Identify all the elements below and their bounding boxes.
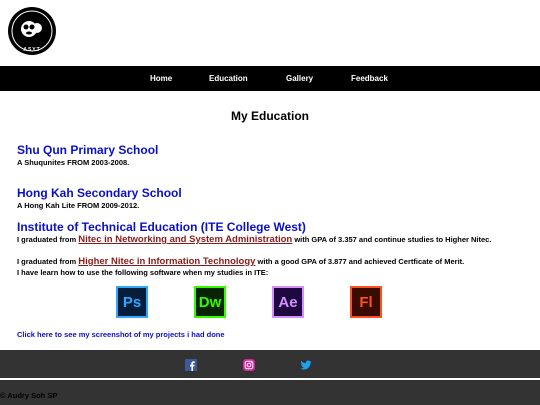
ite-line-1: I graduated from Nitec in Networking and… — [17, 234, 532, 245]
school-desc-primary: A Shuqunites FROM 2003-2008. — [17, 158, 130, 167]
school-desc-secondary: A Hong Kah Lite FROM 2009-2012. — [17, 201, 140, 210]
page-title: My Education — [230, 109, 309, 123]
school-heading-ite: Institute of Technical Education (ITE Co… — [17, 220, 306, 234]
higher-nitec-link[interactable]: Higher Nitec in Information Technology — [78, 256, 255, 267]
ite-line-1-pre: I graduated from — [17, 235, 79, 244]
ite-line-3: I have learn how to use the following so… — [17, 268, 269, 277]
footer — [0, 350, 540, 378]
ite-line-2-pre: I graduated from — [17, 257, 79, 266]
logo-text: ASYT — [23, 47, 40, 53]
flash-icon: Fl — [350, 286, 382, 318]
copyright-text: © Audry Soh SP — [0, 391, 58, 400]
after-effects-icon: Ae — [272, 286, 304, 318]
school-heading-secondary: Hong Kah Secondary School — [17, 186, 182, 200]
ite-line-2-post: with a good GPA of 3.877 and achieved Ce… — [255, 257, 465, 266]
nav-item-home[interactable]: Home — [150, 66, 172, 91]
ite-line-1-post: with GPA of 3.357 and continue studies t… — [292, 235, 492, 244]
nav-item-education[interactable]: Education — [209, 66, 248, 91]
dreamweaver-icon: Dw — [194, 286, 226, 318]
instagram-icon[interactable] — [243, 359, 255, 371]
logo[interactable]: ASYT — [7, 6, 57, 56]
facebook-icon[interactable] — [185, 359, 197, 371]
school-heading-primary: Shu Qun Primary School — [17, 143, 159, 157]
nav-item-feedback[interactable]: Feedback — [351, 66, 388, 91]
twitter-icon[interactable] — [300, 359, 312, 371]
photoshop-icon: Ps — [116, 286, 148, 318]
nav-item-gallery[interactable]: Gallery — [286, 66, 313, 91]
ite-line-2: I graduated from Higher Nitec in Informa… — [17, 256, 532, 267]
projects-link[interactable]: Click here to see my screenshot of my pr… — [17, 330, 225, 339]
copyright-bar — [0, 380, 540, 405]
main-nav: Home Education Gallery Feedback — [0, 66, 540, 91]
nitec-link[interactable]: Nitec in Networking and System Administr… — [78, 234, 292, 245]
